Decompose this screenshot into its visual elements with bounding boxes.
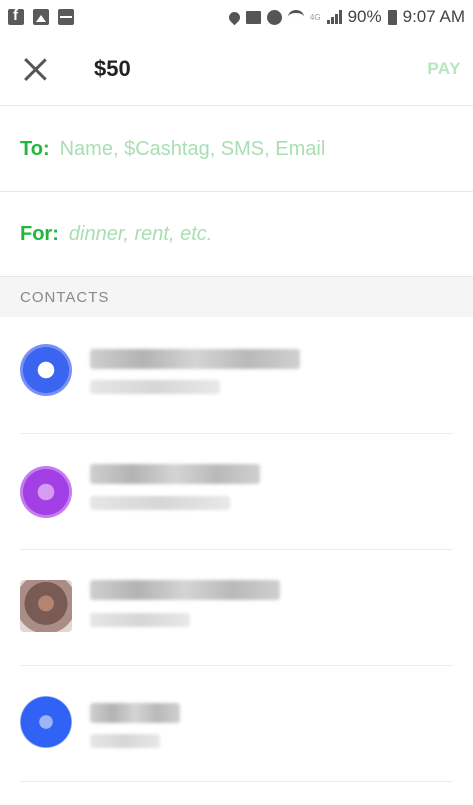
contact-detail-redacted	[90, 613, 190, 627]
avatar	[20, 344, 72, 396]
notification-icons	[8, 7, 74, 25]
avatar	[20, 466, 72, 518]
contact-row[interactable]	[0, 666, 473, 782]
signal-icon	[326, 10, 342, 24]
pay-button[interactable]: PAY	[427, 59, 461, 79]
contact-name-redacted	[90, 349, 300, 369]
battery-icon	[387, 9, 397, 25]
system-icons: 4G 90% 9:07 AM	[226, 7, 465, 27]
wifi-icon	[287, 10, 304, 24]
contact-name-redacted	[90, 464, 260, 484]
clock: 9:07 AM	[402, 7, 465, 26]
alarm-icon	[266, 9, 282, 25]
contact-row[interactable]	[0, 318, 473, 434]
status-bar: 4G 90% 9:07 AM	[0, 0, 473, 34]
payment-header: $50 PAY	[0, 34, 473, 106]
battery-percent: 90%	[347, 7, 382, 26]
facebook-icon	[8, 7, 24, 25]
recipient-row: To:	[0, 107, 473, 192]
avatar	[20, 580, 72, 632]
note-row: For:	[0, 192, 473, 277]
network-type: 4G	[309, 12, 321, 22]
payment-amount: $50	[94, 56, 131, 81]
vibrate-mute-icon	[245, 10, 261, 24]
recipient-label: To:	[20, 137, 50, 160]
contact-name-redacted	[90, 703, 180, 723]
close-icon[interactable]	[20, 54, 50, 84]
contact-row[interactable]	[0, 550, 473, 666]
recipient-input[interactable]	[59, 137, 440, 161]
location-icon	[226, 9, 243, 25]
contact-detail-redacted	[90, 380, 220, 394]
avatar	[20, 696, 72, 748]
image-icon	[33, 9, 49, 25]
note-input[interactable]	[68, 222, 449, 246]
contact-detail-redacted	[90, 734, 160, 748]
contact-row[interactable]	[0, 434, 473, 550]
activity-icon	[58, 9, 74, 25]
contacts-section-header: CONTACTS	[0, 277, 473, 317]
note-label: For:	[20, 222, 59, 245]
divider	[20, 781, 453, 782]
contact-detail-redacted	[90, 496, 230, 510]
contact-name-redacted	[90, 580, 280, 600]
